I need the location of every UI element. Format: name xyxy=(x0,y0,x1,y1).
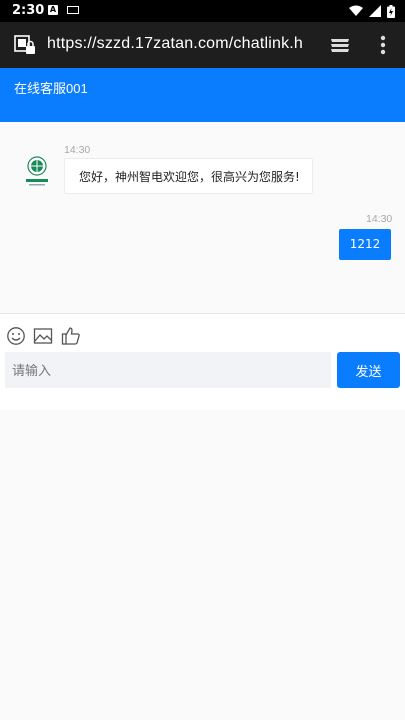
message-input[interactable] xyxy=(5,352,331,388)
message-time: 14:30 xyxy=(366,213,393,225)
signal-icon xyxy=(369,5,381,17)
chat-messages[interactable] xyxy=(0,122,405,313)
battery-icon xyxy=(387,4,395,18)
image-icon[interactable] xyxy=(33,326,53,346)
send-button[interactable]: 发送 xyxy=(337,352,400,388)
address-bar[interactable]: https://szzd.17zatan.com/chatlink.h xyxy=(47,35,313,53)
browser-toolbar: https://szzd.17zatan.com/chatlink.h xyxy=(0,22,405,68)
agent-message-bubble: 您好，神州智电欢迎您，很高兴为您服务! xyxy=(64,158,313,194)
chat-header: 在线客服001 xyxy=(0,68,405,122)
user-message-bubble: 1212 xyxy=(339,229,391,260)
thumbs-up-icon[interactable] xyxy=(61,326,81,346)
agent-avatar xyxy=(26,156,48,186)
a-notification-icon: A xyxy=(48,5,58,15)
composer-panel: 发送 xyxy=(0,314,405,410)
chat-title: 在线客服001 xyxy=(14,81,88,96)
page-info-lock-icon[interactable] xyxy=(14,35,36,55)
message-time: 14:30 xyxy=(64,144,91,156)
status-time: 2:30 xyxy=(12,3,45,18)
wifi-icon xyxy=(349,5,363,16)
overflow-menu-icon[interactable] xyxy=(378,34,388,56)
emoji-icon[interactable] xyxy=(6,326,26,346)
keyboard-notification-icon xyxy=(67,6,79,14)
status-bar: 2:30 A xyxy=(0,0,405,22)
tabs-icon[interactable] xyxy=(329,36,351,54)
